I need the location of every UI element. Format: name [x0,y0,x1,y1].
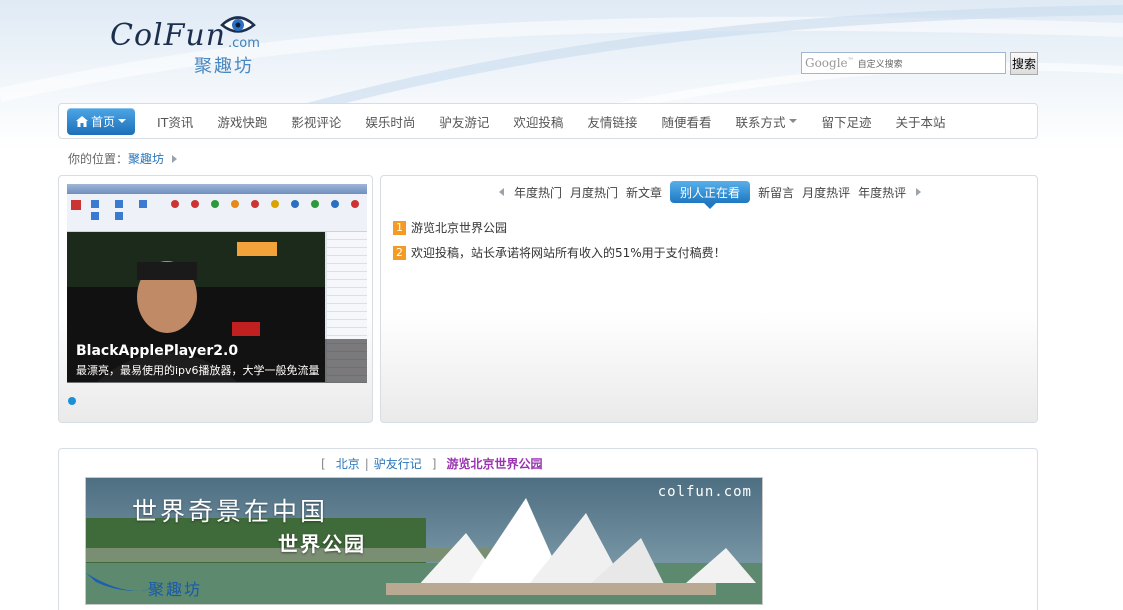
main-nav: 首页 IT资讯 游戏快跑 影视评论 娱乐时尚 驴友游记 欢迎投稿 友情链接 随便… [58,103,1038,139]
rank-badge: 1 [393,220,406,235]
nav-item-travel[interactable]: 驴友游记 [427,112,501,131]
nav-item-contact-label: 联系方式 [735,114,786,130]
chevron-down-icon [118,119,127,123]
nav-item-about[interactable]: 关于本站 [883,112,957,131]
tab-others-viewing[interactable]: 别人正在看 [670,181,751,209]
nav-item-links[interactable]: 友情链接 [575,112,649,131]
category-link-beijing[interactable]: 北京 [336,455,360,472]
search-brand: Google™ [805,56,854,70]
article-card: [ 北京 | 驴友行记 ] 游览北京世界公园 colfun.com 世界奇景在中… [58,448,1038,610]
list-item[interactable]: 1 游览北京世界公园 [393,215,726,240]
banner-site-name: colfun.com [657,484,752,500]
search-placeholder: 自定义搜索 [857,59,903,70]
search-bar: Google™ 自定义搜索 搜索 [801,52,1038,75]
logo-text: ColFun [110,18,227,53]
banner-headline: 世界奇景在中国 [132,497,329,526]
tab-bar: 年度热门 月度热门 新文章 别人正在看 新留言 月度热评 年度热评 [499,181,922,209]
nav-item-contribute[interactable]: 欢迎投稿 [501,112,575,131]
slide-description: 最漂亮，最易使用的ipv6播放器，大学一般免流量 [76,364,320,377]
list-item-title[interactable]: 游览北京世界公园 [411,219,507,236]
nav-item-contact[interactable]: 联系方式 [723,112,809,131]
list-item-title[interactable]: 欢迎投稿，站长承诺将网站所有收入的51%用于支付稿费！ [411,244,726,261]
slide-title[interactable]: BlackApplePlayer2.0 [76,343,358,359]
screenshot-titlebar [67,184,367,194]
tab-year-hot[interactable]: 年度热门 [510,184,566,201]
category-link-travel[interactable]: 驴友行记 [374,455,422,472]
banner-logo-text: 聚趣坊 [148,580,203,599]
tab-month-comments[interactable]: 月度热评 [798,184,854,201]
breadcrumb-home-link[interactable]: 聚趣坊 [128,150,164,167]
tab-new-comments[interactable]: 新留言 [754,184,798,201]
eye-icon [220,16,256,33]
tab-month-hot[interactable]: 月度热门 [566,184,622,201]
nav-item-entertainment[interactable]: 娱乐时尚 [353,112,427,131]
logo-domain: .com [228,36,260,51]
article-title[interactable]: 游览北京世界公园 [446,455,542,472]
search-input[interactable]: Google™ 自定义搜索 [801,52,1006,74]
home-icon [76,115,88,127]
list-item[interactable]: 2 欢迎投稿，站长承诺将网站所有收入的51%用于支付稿费！ [393,240,726,265]
screenshot-toolbar [67,194,367,232]
rank-badge: 2 [393,245,406,260]
breadcrumb: 你的位置： 聚趣坊 [68,150,178,167]
chevron-down-icon [789,119,798,123]
nav-item-games[interactable]: 游戏快跑 [205,112,279,131]
chevron-right-icon[interactable] [916,188,922,196]
bracket-open: [ [321,456,326,471]
nav-home-button[interactable]: 首页 [67,107,136,135]
banner-subtitle: 世界公园 [278,532,366,556]
nav-item-random[interactable]: 随便看看 [649,112,723,131]
article-banner-image[interactable]: colfun.com 世界奇景在中国 世界公园 聚趣坊 [85,477,763,605]
logo-chinese: 聚趣坊 [194,56,254,77]
chevron-left-icon[interactable] [499,188,504,196]
featured-slider: BlackApplePlayer2.0 最漂亮，最易使用的ipv6播放器，大学一… [58,175,373,423]
article-list: 1 游览北京世界公园 2 欢迎投稿，站长承诺将网站所有收入的51%用于支付稿费！ [393,215,726,265]
slide-caption: BlackApplePlayer2.0 最漂亮，最易使用的ipv6播放器，大学一… [67,339,367,383]
nav-item-guestbook[interactable]: 留下足迹 [809,112,883,131]
nav-item-movie-reviews[interactable]: 影视评论 [279,112,353,131]
slider-dot-active[interactable] [68,397,76,405]
breadcrumb-prefix: 你的位置： [68,152,129,166]
category-separator: | [364,456,369,471]
nav-home-label: 首页 [91,114,116,129]
search-button[interactable]: 搜索 [1010,52,1038,75]
site-logo[interactable]: ColFun .com 聚趣坊 [110,12,270,77]
chevron-right-icon [172,154,178,163]
nav-item-it-news[interactable]: IT资讯 [145,112,205,131]
article-categories: [ 北京 | 驴友行记 ] 游览北京世界公园 [321,455,542,472]
tab-year-comments[interactable]: 年度热评 [854,184,910,201]
slide-image[interactable]: BlackApplePlayer2.0 最漂亮，最易使用的ipv6播放器，大学一… [67,184,367,383]
toolbar-icons-decoration [71,200,359,220]
articles-tab-panel: 年度热门 月度热门 新文章 别人正在看 新留言 月度热评 年度热评 1 游览北京… [380,175,1038,423]
tab-new-articles[interactable]: 新文章 [622,184,666,201]
bracket-close: ] [431,456,437,471]
